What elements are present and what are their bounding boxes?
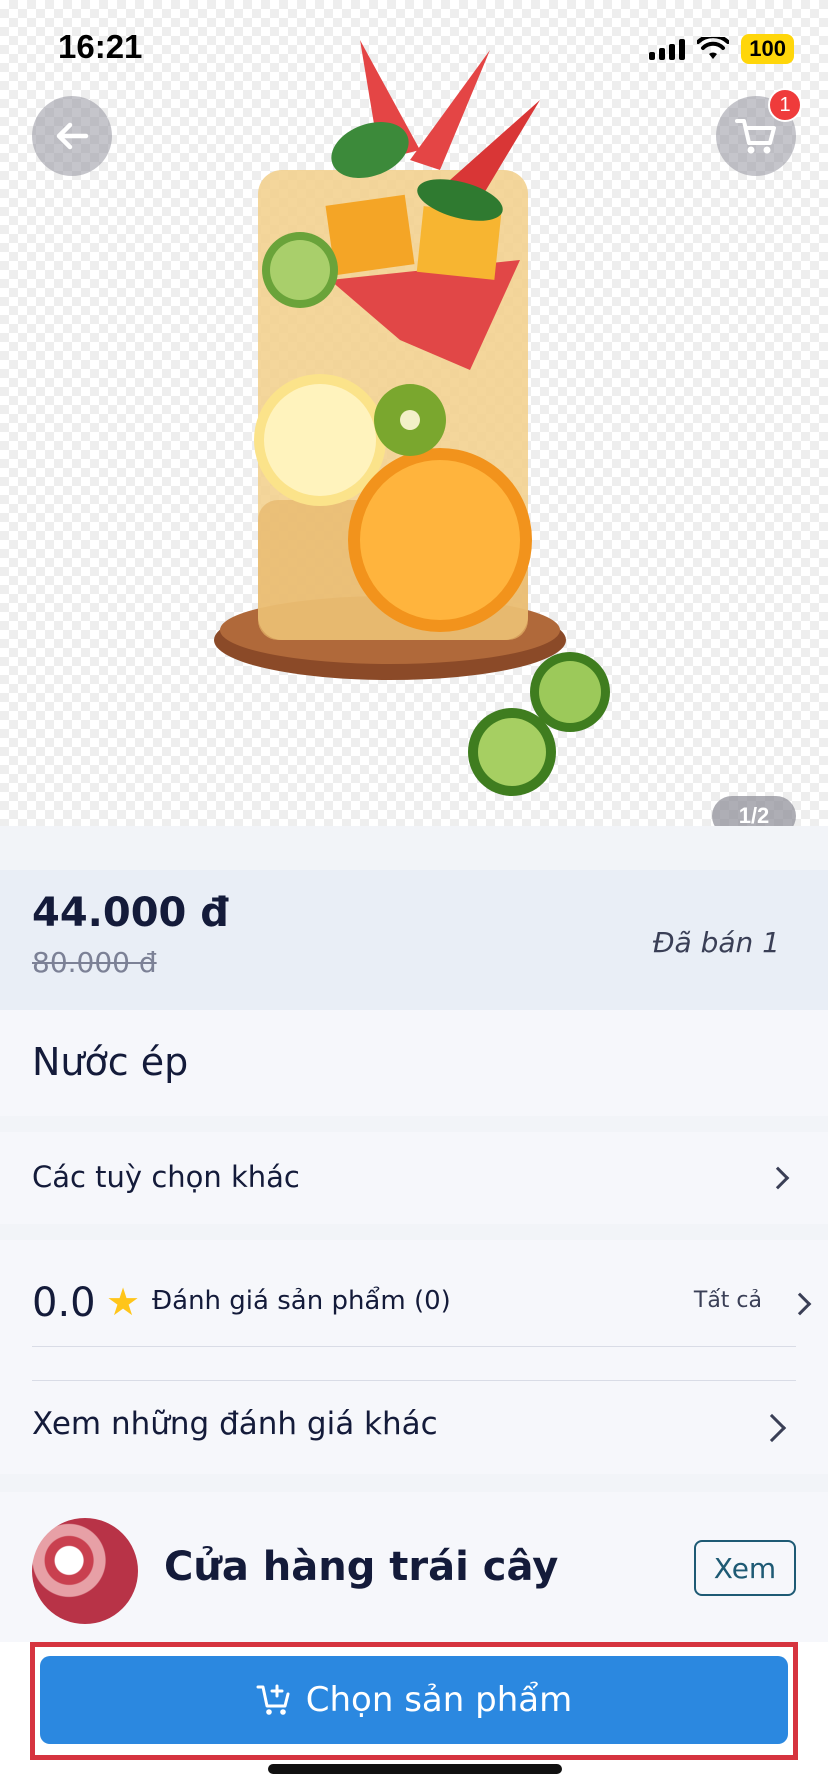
- status-bar: 16:21 100: [0, 0, 828, 100]
- shop-section: Cửa hàng trái cây Xem: [0, 1492, 828, 1642]
- more-reviews-row[interactable]: Xem những đánh giá khác: [0, 1380, 828, 1474]
- see-all-reviews-link[interactable]: Tất cả: [668, 1276, 828, 1332]
- status-icons: 100: [649, 34, 794, 64]
- cart-icon: [735, 119, 776, 154]
- signal-icon: [649, 38, 686, 60]
- wifi-icon: [697, 37, 730, 59]
- product-name: Nước ép: [32, 1040, 189, 1084]
- star-icon: ★: [106, 1280, 141, 1324]
- other-options-row[interactable]: Các tuỳ chọn khác: [0, 1132, 828, 1224]
- rating-score: 0.0: [32, 1280, 96, 1326]
- chevron-right-icon: [757, 1413, 787, 1443]
- more-reviews-label: Xem những đánh giá khác: [32, 1406, 438, 1442]
- product-image-carousel[interactable]: 16:21 100 1 1/2: [0, 0, 828, 826]
- image-pager-indicator: 1/2: [712, 796, 796, 826]
- see-all-label: Tất cả: [693, 1288, 762, 1313]
- back-button[interactable]: [32, 96, 112, 176]
- price-section: 44.000 đ 80.000 đ Đã bán 1: [0, 870, 828, 1010]
- cart-count-badge: 1: [768, 88, 802, 122]
- other-options-label: Các tuỳ chọn khác: [32, 1160, 300, 1194]
- status-time: 16:21: [58, 28, 143, 65]
- chevron-right-icon: [766, 1166, 790, 1190]
- view-shop-button[interactable]: Xem: [694, 1540, 796, 1596]
- chevron-right-icon: [788, 1292, 812, 1316]
- reviews-section: 0.0 ★ Đánh giá sản phẩm (0) Tất cả Xem n…: [0, 1240, 828, 1474]
- product-name-section: Nước ép: [0, 1010, 828, 1116]
- divider: [32, 1346, 796, 1347]
- home-indicator: [268, 1764, 562, 1774]
- battery-badge: 100: [741, 34, 794, 64]
- current-price: 44.000 đ: [32, 890, 229, 936]
- cart-add-icon: [256, 1684, 290, 1715]
- reviews-label: Đánh giá sản phẩm (0): [152, 1286, 451, 1316]
- product-image: [214, 40, 610, 796]
- select-product-label: Chọn sản phẩm: [305, 1680, 573, 1720]
- shop-avatar[interactable]: [32, 1518, 138, 1624]
- select-product-button[interactable]: Chọn sản phẩm: [40, 1656, 788, 1744]
- back-arrow-icon: [56, 122, 89, 150]
- sold-count: Đã bán 1: [652, 926, 780, 959]
- shop-name: Cửa hàng trái cây: [164, 1544, 559, 1590]
- cart-button[interactable]: 1: [716, 88, 802, 176]
- original-price: 80.000 đ: [32, 946, 157, 979]
